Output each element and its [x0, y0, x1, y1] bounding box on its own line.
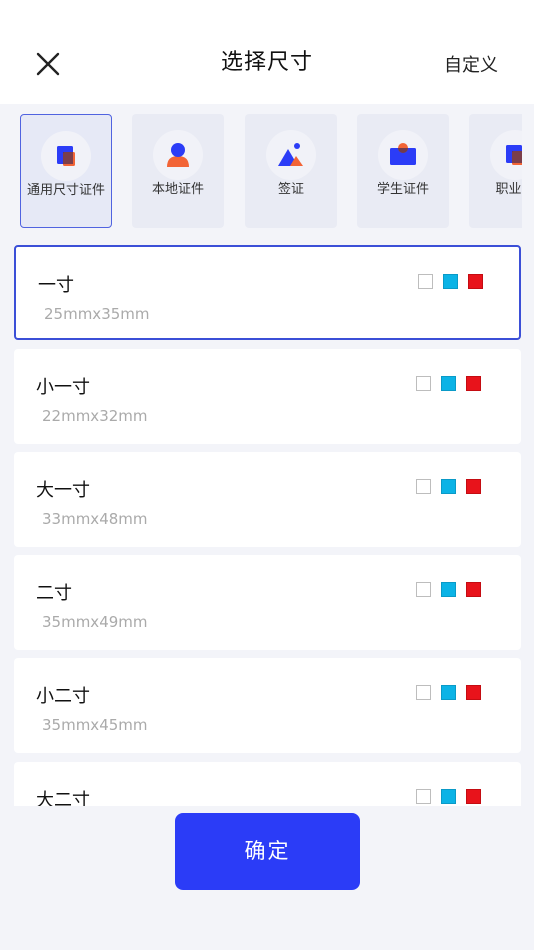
general-doc-icon	[57, 146, 75, 166]
category-label: 本地证件	[151, 182, 204, 197]
size-name: 一寸	[38, 275, 74, 296]
category-local[interactable]: 本地证件	[132, 114, 224, 228]
blue-swatch	[441, 582, 456, 597]
white-swatch	[416, 582, 431, 597]
white-swatch	[416, 685, 431, 700]
size-name: 小二寸	[36, 686, 90, 707]
red-swatch	[468, 274, 483, 289]
person-icon	[167, 143, 189, 167]
color-swatches	[416, 376, 481, 391]
category-label: 学生证件	[376, 182, 429, 197]
size-item[interactable]: 大二寸	[14, 762, 521, 806]
blue-swatch	[441, 685, 456, 700]
red-swatch	[466, 789, 481, 804]
category-general[interactable]: 通用尺寸证件	[20, 114, 112, 228]
red-swatch	[466, 479, 481, 494]
size-dimensions: 35mmx45mm	[42, 716, 148, 734]
red-swatch	[466, 376, 481, 391]
red-swatch	[466, 582, 481, 597]
custom-size-button[interactable]: 自定义	[444, 51, 498, 77]
size-name: 二寸	[36, 583, 72, 604]
size-dimensions: 22mmx32mm	[42, 407, 148, 425]
category-student[interactable]: 学生证件	[357, 114, 449, 228]
blue-swatch	[441, 789, 456, 804]
category-tabs: 通用尺寸证件 本地证件 签证 学生证件 职业	[0, 104, 522, 240]
size-item[interactable]: 小一寸 22mmx32mm	[14, 349, 521, 444]
size-list: 一寸 25mmx35mm 小一寸 22mmx32mm 大一寸 33mmx48mm…	[0, 240, 534, 806]
category-label: 职业资	[495, 182, 522, 197]
category-visa[interactable]: 签证	[245, 114, 337, 228]
white-swatch	[416, 789, 431, 804]
blue-swatch	[441, 376, 456, 391]
student-card-icon	[390, 143, 416, 165]
size-item[interactable]: 大一寸 33mmx48mm	[14, 452, 521, 547]
size-dimensions: 33mmx48mm	[42, 510, 148, 528]
category-career[interactable]: 职业资	[469, 114, 522, 228]
white-swatch	[416, 376, 431, 391]
top-bar: 选择尺寸 自定义	[0, 0, 534, 104]
career-doc-icon	[506, 145, 522, 165]
category-label: 通用尺寸证件	[26, 183, 105, 198]
confirm-button[interactable]: 确定	[175, 813, 360, 890]
size-item[interactable]: 小二寸 35mmx45mm	[14, 658, 521, 753]
size-item[interactable]: 一寸 25mmx35mm	[14, 245, 521, 340]
red-swatch	[466, 685, 481, 700]
size-dimensions: 25mmx35mm	[44, 305, 150, 323]
blue-swatch	[443, 274, 458, 289]
color-swatches	[418, 274, 483, 289]
size-name: 大一寸	[36, 480, 90, 501]
landscape-icon	[278, 143, 303, 166]
color-swatches	[416, 582, 481, 597]
color-swatches	[416, 789, 481, 804]
white-swatch	[416, 479, 431, 494]
size-name: 小一寸	[36, 377, 90, 398]
white-swatch	[418, 274, 433, 289]
category-label: 签证	[277, 182, 304, 197]
size-dimensions: 35mmx49mm	[42, 613, 148, 631]
size-name: 大二寸	[36, 790, 90, 806]
blue-swatch	[441, 479, 456, 494]
color-swatches	[416, 479, 481, 494]
size-item[interactable]: 二寸 35mmx49mm	[14, 555, 521, 650]
color-swatches	[416, 685, 481, 700]
